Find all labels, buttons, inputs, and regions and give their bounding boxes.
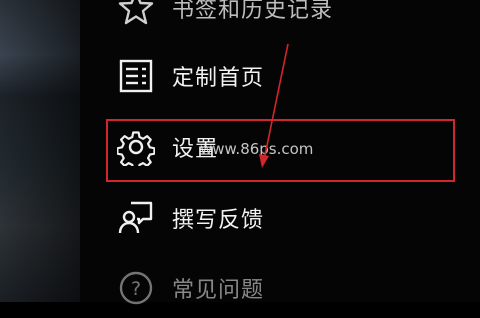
annotation-arrow [259,43,289,168]
